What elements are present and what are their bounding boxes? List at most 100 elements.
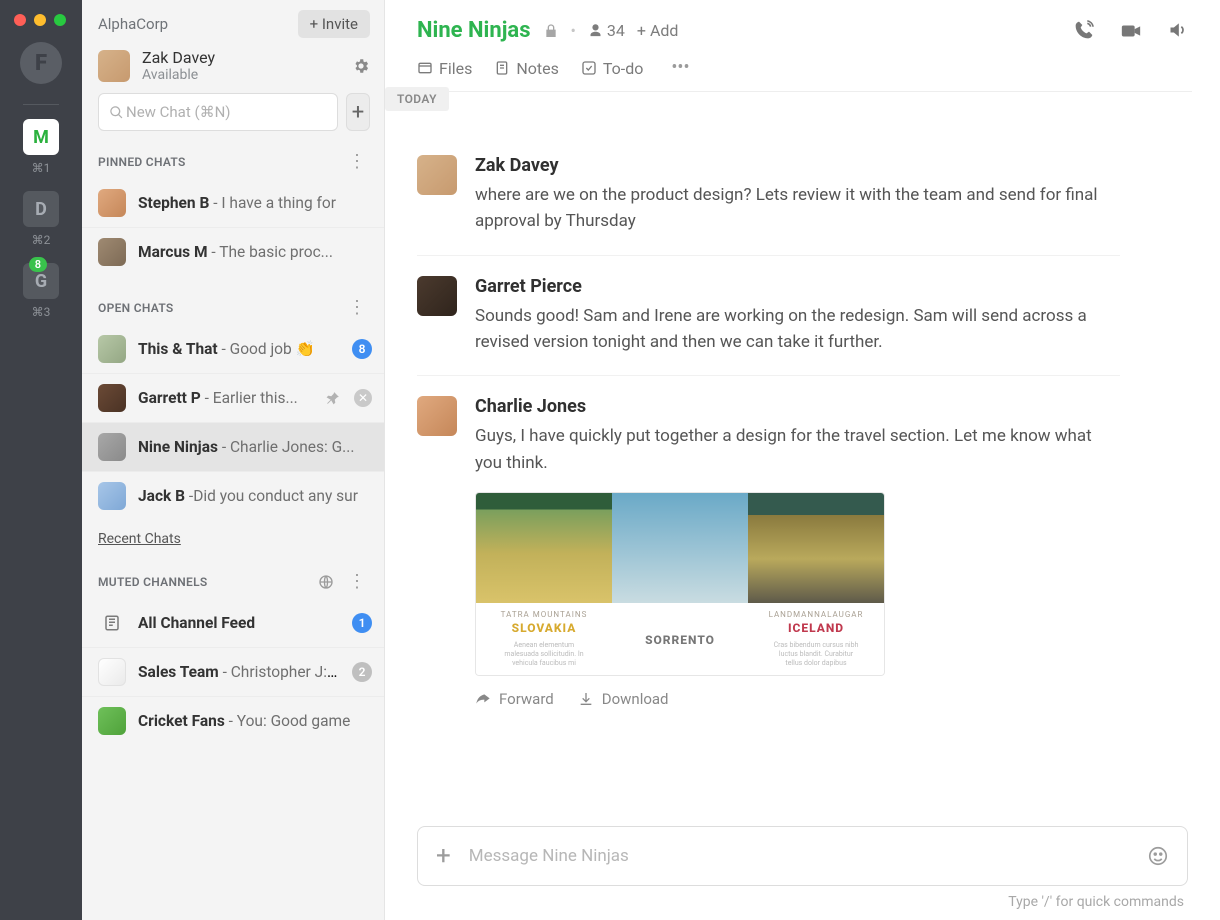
avatar: [98, 189, 126, 217]
avatar: [98, 482, 126, 510]
channel-header: Nine Ninjas • 34 + Add Files Notes To-do…: [385, 0, 1220, 91]
message-author[interactable]: Zak Davey: [475, 155, 1120, 176]
workspace-tile-g[interactable]: 8 G ⌘3: [23, 263, 59, 319]
attachment-card-image: [612, 493, 748, 603]
message-input-wrap[interactable]: +: [417, 826, 1188, 886]
composer: + Type '/' for quick commands: [385, 826, 1220, 920]
recent-chats-link[interactable]: Recent Chats: [82, 521, 384, 565]
message-author[interactable]: Charlie Jones: [475, 396, 1120, 417]
attach-icon[interactable]: +: [436, 841, 451, 871]
app-logo-icon[interactable]: F: [20, 42, 62, 84]
composer-hint: Type '/' for quick commands: [417, 886, 1188, 910]
close-icon[interactable]: ✕: [354, 389, 372, 407]
section-menu-icon[interactable]: ⋮: [342, 571, 372, 593]
avatar: [98, 658, 126, 686]
chat-item[interactable]: Garrett P - Earlier this... ✕: [82, 374, 384, 423]
chat-name: Marcus M: [138, 243, 208, 261]
avatar[interactable]: [417, 396, 457, 436]
section-title-open: OPEN CHATS: [98, 301, 174, 315]
unread-badge: 8: [352, 339, 372, 359]
workspace-badge: 8: [29, 257, 47, 272]
section-menu-icon[interactable]: ⋮: [342, 151, 372, 173]
chat-name: Stephen B: [138, 194, 209, 212]
tab-todo[interactable]: To-do: [581, 59, 643, 78]
separator-dot: •: [571, 21, 576, 40]
app-rail: F M ⌘1 D ⌘2 8 G ⌘3: [0, 0, 82, 920]
channel-title[interactable]: Nine Ninjas: [417, 18, 531, 43]
message-input[interactable]: [467, 845, 1131, 867]
message: Zak Davey where are we on the product de…: [417, 135, 1120, 255]
fullscreen-window-icon[interactable]: [54, 14, 66, 26]
message-author[interactable]: Garret Pierce: [475, 276, 1120, 297]
chat-preview: - Good job 👏: [218, 340, 315, 358]
current-user-row[interactable]: Zak Davey Available: [82, 42, 384, 93]
workspace-letter: D: [23, 191, 59, 227]
add-members-button[interactable]: + Add: [637, 21, 679, 40]
chat-item[interactable]: All Channel Feed 1: [82, 599, 384, 648]
workspace-tile-d[interactable]: D ⌘2: [23, 191, 59, 247]
chat-name: This & That: [138, 340, 218, 358]
feed-icon: [98, 609, 126, 637]
attachment-preview[interactable]: TATRA MOUNTAINSSLOVAKIAAenean elementum …: [475, 492, 885, 676]
chat-item[interactable]: Jack B -Did you conduct any sur: [82, 472, 384, 521]
rail-divider: [23, 104, 59, 105]
chat-preview: -Did you conduct any sur: [185, 487, 358, 505]
workspace-shortcut: ⌘1: [32, 161, 51, 175]
avatar: [98, 433, 126, 461]
chat-item[interactable]: Cricket Fans - You: Good game: [82, 697, 384, 746]
download-button[interactable]: Download: [578, 690, 669, 708]
chat-preview: - The basic proc...: [208, 243, 333, 261]
chat-item[interactable]: Marcus M - The basic proc...: [82, 228, 384, 277]
chat-preview: - Charlie Jones: G...: [218, 438, 354, 456]
tab-files[interactable]: Files: [417, 59, 472, 78]
pin-icon[interactable]: [324, 389, 342, 407]
avatar[interactable]: [417, 276, 457, 316]
workspace-shortcut: ⌘2: [32, 233, 51, 247]
attachment-card-image: [476, 493, 612, 603]
minimize-window-icon[interactable]: [34, 14, 46, 26]
new-chat-button[interactable]: +: [346, 93, 370, 131]
section-menu-icon[interactable]: ⋮: [342, 297, 372, 319]
chat-name: All Channel Feed: [138, 614, 255, 632]
emoji-icon[interactable]: [1147, 845, 1169, 867]
workspace-shortcut: ⌘3: [32, 305, 51, 319]
member-count[interactable]: 34: [588, 21, 625, 40]
chat-name: Nine Ninjas: [138, 438, 218, 456]
attachment-card-image: [748, 493, 884, 603]
chat-item[interactable]: Stephen B - I have a thing for: [82, 179, 384, 228]
section-title-muted: MUTED CHANNELS: [98, 575, 208, 589]
chat-item[interactable]: Sales Team - Christopher J: d. 2: [82, 648, 384, 697]
workspace-name[interactable]: AlphaCorp: [98, 15, 168, 33]
invite-button[interactable]: + Invite: [298, 10, 370, 38]
avatar[interactable]: [417, 155, 457, 195]
window-controls: [0, 10, 66, 42]
chat-item-active[interactable]: Nine Ninjas - Charlie Jones: G...: [82, 423, 384, 472]
gear-icon[interactable]: [352, 57, 370, 75]
current-user-name: Zak Davey: [142, 48, 340, 67]
message: Garret Pierce Sounds good! Sam and Irene…: [417, 255, 1120, 376]
tab-notes[interactable]: Notes: [494, 59, 559, 78]
message-text: Sounds good! Sam and Irene are working o…: [475, 303, 1120, 356]
search-icon: [109, 105, 124, 120]
workspace-letter: M: [23, 119, 59, 155]
search-input-wrap[interactable]: [98, 93, 338, 131]
chat-name: Jack B: [138, 487, 185, 505]
person-icon: [588, 23, 603, 38]
unread-badge: 2: [352, 662, 372, 682]
call-icon[interactable]: [1074, 20, 1094, 42]
search-input[interactable]: [124, 102, 327, 122]
globe-icon[interactable]: [318, 574, 334, 590]
video-icon[interactable]: [1120, 20, 1142, 42]
more-icon[interactable]: •••: [665, 57, 695, 79]
day-separator: TODAY: [385, 88, 1180, 107]
current-user-status: Available: [142, 67, 340, 83]
close-window-icon[interactable]: [14, 14, 26, 26]
chat-item[interactable]: This & That - Good job 👏 8: [82, 325, 384, 374]
speaker-icon[interactable]: [1168, 20, 1188, 42]
forward-button[interactable]: Forward: [475, 690, 554, 708]
chat-name: Garrett P: [138, 389, 201, 407]
main-pane: Nine Ninjas • 34 + Add Files Notes To-do…: [385, 0, 1220, 920]
message-list[interactable]: Zak Davey where are we on the product de…: [385, 107, 1220, 826]
workspace-tile-m[interactable]: M ⌘1: [23, 119, 59, 175]
chat-name: Cricket Fans: [138, 712, 225, 730]
